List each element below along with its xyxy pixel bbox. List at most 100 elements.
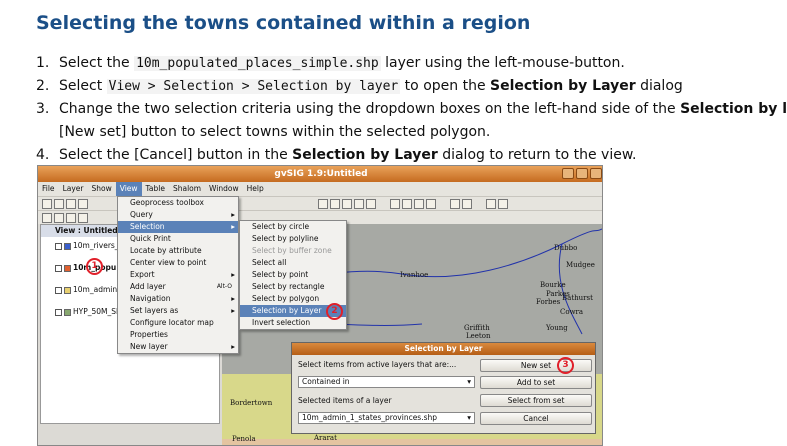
layer-label: 10m_admin [73, 285, 118, 294]
edit-icon[interactable] [486, 199, 496, 209]
layer-swatch-icon [64, 242, 71, 250]
menu-item-selection[interactable]: Selection ▸ [118, 221, 238, 233]
select-from-set-button[interactable]: Select from set [480, 394, 592, 407]
step-text: layer using the left-mouse-button. [380, 55, 625, 71]
layer-hyp[interactable]: HYP_50M_SR [55, 307, 121, 317]
step-badge: 3 [557, 357, 574, 374]
menu-item-select-by-point[interactable]: Select by point [240, 269, 346, 281]
menu-item-select-by-buffer[interactable]: Select by buffer zone [240, 245, 346, 257]
layer-icon[interactable] [498, 199, 508, 209]
criteria-select[interactable]: Contained in ▾ [298, 376, 475, 388]
menu-item-select-by-circle[interactable]: Select by circle [240, 221, 346, 233]
new-icon[interactable] [42, 199, 52, 209]
town-label: Griffith [464, 324, 490, 332]
new-set-button[interactable]: New set [480, 359, 592, 372]
menu-item-geoprocess-toolbox[interactable]: Geoprocess toolbox [118, 197, 238, 209]
measure-icon[interactable] [366, 199, 376, 209]
menu-table[interactable]: Table [142, 182, 169, 196]
magnify-icon[interactable] [54, 213, 64, 223]
menu-item-quick-print[interactable]: Quick Print [118, 233, 238, 245]
menu-item-new-layer[interactable]: New layer ▸ [118, 341, 238, 353]
checkbox-icon[interactable] [55, 264, 62, 272]
menu-show[interactable]: Show [87, 182, 115, 196]
layer-swatch-icon [64, 286, 71, 294]
step-text: dialog to return to the view. [437, 147, 637, 163]
table-icon[interactable] [462, 199, 472, 209]
select-point-icon[interactable] [402, 199, 412, 209]
menu-item-select-by-rectangle[interactable]: Select by rectangle [240, 281, 346, 293]
pan-icon[interactable] [342, 199, 352, 209]
select-rect-icon[interactable] [414, 199, 424, 209]
step-number: 1. [36, 55, 50, 71]
select-arrow-icon[interactable] [390, 199, 400, 209]
filter-icon[interactable] [450, 199, 460, 209]
step-2: 2. Select View > Selection > Selection b… [36, 75, 787, 98]
menu-item-export[interactable]: Export ▸ [118, 269, 238, 281]
view-icon[interactable] [42, 213, 52, 223]
select-poly-icon[interactable] [426, 199, 436, 209]
layer-admin[interactable]: 10m_admin [55, 285, 117, 295]
select-value: 10m_admin_1_states_provinces.shp [302, 413, 438, 422]
layer-swatch-icon [64, 264, 71, 272]
cancel-button[interactable]: Cancel [480, 412, 592, 425]
step-text-line2: [New set] button to select towns within … [59, 124, 491, 140]
add-to-set-button[interactable]: Add to set [480, 376, 592, 389]
checkbox-icon[interactable] [55, 308, 62, 316]
zoom-in-icon[interactable] [318, 199, 328, 209]
town-label: Ivanhoe [400, 271, 429, 279]
menubar: File Layer Show View Table Shalom Window… [38, 182, 602, 196]
dialog-name: Selection by l [680, 101, 787, 117]
step-text: Change the two selection criteria using … [59, 101, 681, 117]
menu-item-add-layer[interactable]: Add layer Alt-O [118, 281, 238, 293]
menu-item-center-view[interactable]: Center view to point [118, 257, 238, 269]
checkbox-icon[interactable] [55, 242, 62, 250]
steps-list: 1. Select the 10m_populated_places_simpl… [36, 52, 787, 167]
step-3: 3. Change the two selection criteria usi… [36, 98, 787, 144]
town-label: Cowra [560, 308, 584, 316]
menu-help[interactable]: Help [243, 182, 268, 196]
add-layer-icon[interactable] [66, 213, 76, 223]
town-label: Young [546, 324, 568, 332]
menu-item-properties[interactable]: Properties [118, 329, 238, 341]
town-label: Penola [232, 435, 256, 443]
menu-item-navigation[interactable]: Navigation ▸ [118, 293, 238, 305]
menu-item-set-layers-as[interactable]: Set layers as ▸ [118, 305, 238, 317]
view-menu: Geoprocess toolbox Query ▸ Selection ▸ Qui… [117, 196, 239, 354]
menu-item-query[interactable]: Query ▸ [118, 209, 238, 221]
menu-item-select-all[interactable]: Select all [240, 257, 346, 269]
menu-item-locator-map[interactable]: Configure locator map [118, 317, 238, 329]
dialog-name: Selection by Layer [490, 78, 636, 94]
menu-window[interactable]: Window [205, 182, 243, 196]
checkbox-icon[interactable] [55, 286, 62, 294]
menu-layer[interactable]: Layer [59, 182, 88, 196]
minimize-icon[interactable] [562, 168, 574, 179]
menu-view[interactable]: View [115, 182, 142, 196]
town-label: Forbes [536, 298, 561, 306]
step-text: Select the [Cancel] button in the [59, 147, 293, 163]
window-title: gvSIG 1.9:Untitled [274, 169, 368, 179]
menu-item-locate-by-attribute[interactable]: Locate by attribute [118, 245, 238, 257]
step-number: 2. [36, 78, 50, 94]
layer-label: HYP_50M_SR [73, 307, 122, 316]
open-icon[interactable] [54, 199, 64, 209]
town-label: Dubbo [554, 244, 578, 252]
remove-layer-icon[interactable] [78, 213, 88, 223]
info-icon[interactable] [354, 199, 364, 209]
zoom-out-icon[interactable] [330, 199, 340, 209]
layer-rivers[interactable]: 10m_rivers_ [55, 241, 119, 251]
page-title: Selecting the towns contained within a r… [36, 12, 531, 34]
menu-item-select-by-polyline[interactable]: Select by polyline [240, 233, 346, 245]
menu-shalom[interactable]: Shalom [169, 182, 205, 196]
menu-path-code: View > Selection > Selection by layer [106, 79, 401, 94]
step-text: to open the [400, 78, 491, 94]
layer-select[interactable]: 10m_admin_1_states_provinces.shp ▾ [298, 412, 475, 424]
close-icon[interactable] [590, 168, 602, 179]
town-label: Mudgee [566, 261, 595, 269]
menu-file[interactable]: File [38, 182, 59, 196]
save-icon[interactable] [66, 199, 76, 209]
maximize-icon[interactable] [576, 168, 588, 179]
print-icon[interactable] [78, 199, 88, 209]
step-text: dialog [635, 78, 683, 94]
selection-by-layer-dialog: Selection by Layer Select items from act… [291, 342, 596, 434]
window-titlebar: gvSIG 1.9:Untitled [38, 166, 602, 182]
